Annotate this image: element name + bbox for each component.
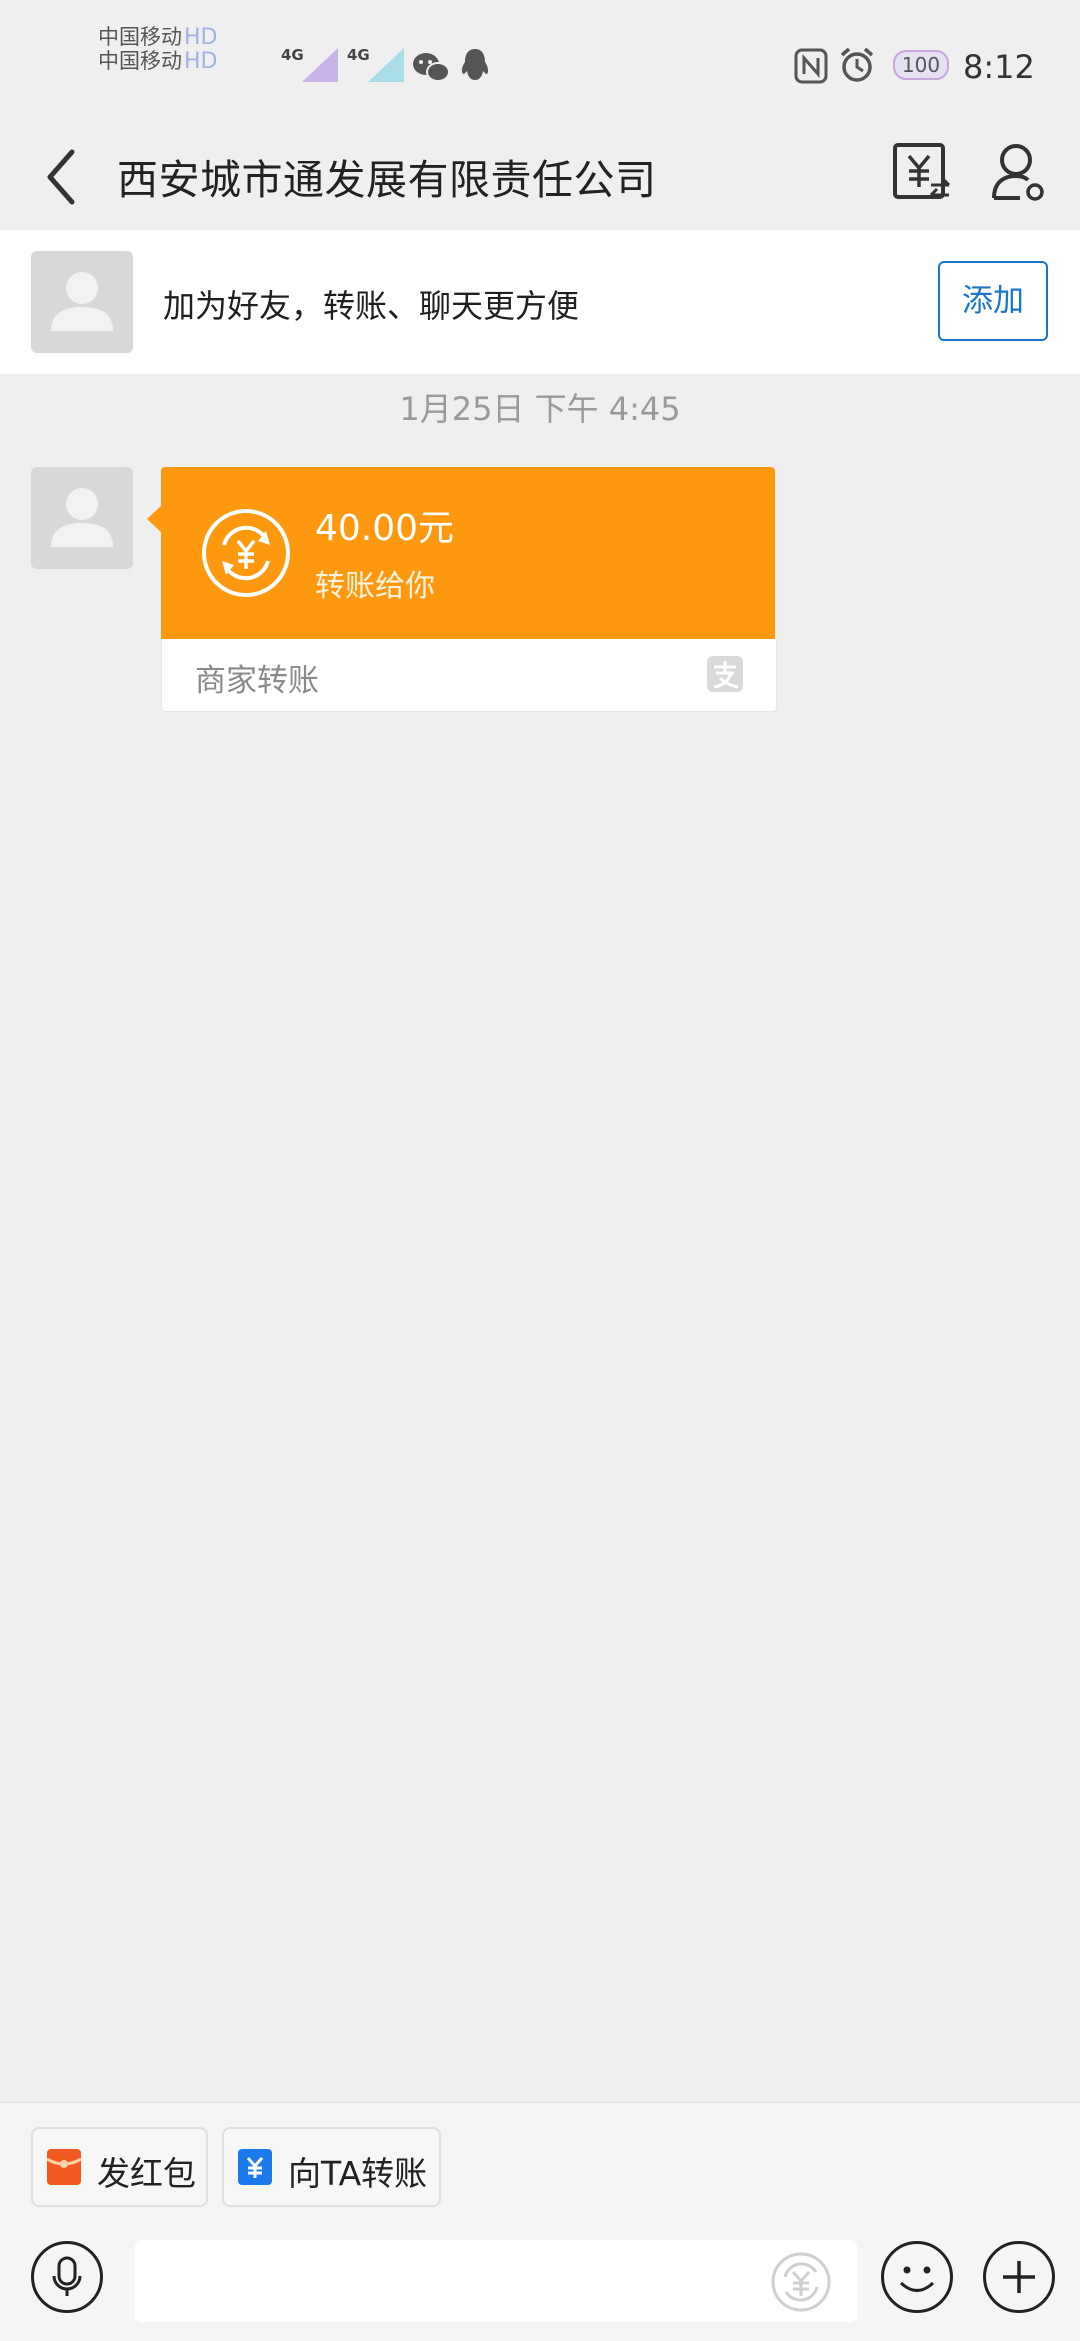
transfer-currency-icon: [202, 509, 290, 597]
default-avatar-icon: [51, 272, 113, 331]
emoji-button[interactable]: [881, 2241, 953, 2313]
sender-avatar[interactable]: [31, 467, 133, 569]
transfer-subtitle: 转账给你: [315, 569, 435, 604]
signal-icon-2: [368, 48, 404, 82]
add-friend-banner: 加为好友，转账、聊天更方便 添加: [0, 230, 1080, 374]
transfer-amount: 40.00元: [315, 508, 455, 549]
more-button[interactable]: [983, 2241, 1055, 2313]
alarm-icon: [840, 47, 874, 82]
add-friend-button[interactable]: 添加: [938, 261, 1048, 341]
avatar: [31, 251, 133, 353]
wechat-icon: [413, 53, 450, 82]
battery-indicator: 100: [893, 50, 949, 80]
transfer-card[interactable]: 40.00元 转账给你: [161, 467, 775, 639]
bubble-tail: [147, 505, 162, 533]
smiley-icon: [899, 2266, 935, 2292]
message-input[interactable]: [135, 2240, 857, 2322]
add-friend-hint: 加为好友，转账、聊天更方便: [163, 287, 580, 325]
message-timestamp: 1月25日 下午 4:45: [399, 390, 681, 428]
transfer-icon: [238, 2149, 272, 2185]
signal-icon-1: [302, 48, 338, 82]
red-packet-label: 发红包: [97, 2154, 196, 2193]
plus-icon: [1003, 2261, 1035, 2293]
transfer-source: 商家转账: [195, 663, 319, 699]
profile-settings-icon[interactable]: [990, 142, 1048, 204]
red-packet-button[interactable]: 发红包: [31, 2127, 208, 2207]
clock: 8:12: [963, 48, 1035, 86]
bottom-toolbar: 发红包 向TA转账: [0, 2102, 1080, 2341]
voice-button[interactable]: [31, 2241, 103, 2313]
transfer-input-icon[interactable]: [769, 2250, 833, 2314]
transfer-record-icon[interactable]: [891, 141, 951, 205]
default-avatar-icon: [51, 488, 113, 547]
transfer-to-ta-label: 向TA转账: [288, 2154, 428, 2193]
chat-header: 西安城市通发展有限责任公司: [0, 130, 1080, 230]
back-arrow-icon[interactable]: [42, 146, 80, 208]
alipay-icon: [707, 656, 743, 692]
transfer-card-footer: 商家转账: [161, 639, 777, 712]
microphone-icon: [52, 2256, 82, 2296]
carrier-2: 中国移动HD: [98, 49, 218, 74]
red-packet-icon: [47, 2149, 81, 2185]
qq-icon: [461, 49, 489, 80]
page-title: 西安城市通发展有限责任公司: [117, 156, 657, 204]
status-bar: 中国移动HD 中国移动HD 4G 4G 100 8:12: [0, 0, 1080, 130]
nfc-icon: [794, 48, 828, 84]
transfer-to-ta-button[interactable]: 向TA转账: [222, 2127, 441, 2207]
